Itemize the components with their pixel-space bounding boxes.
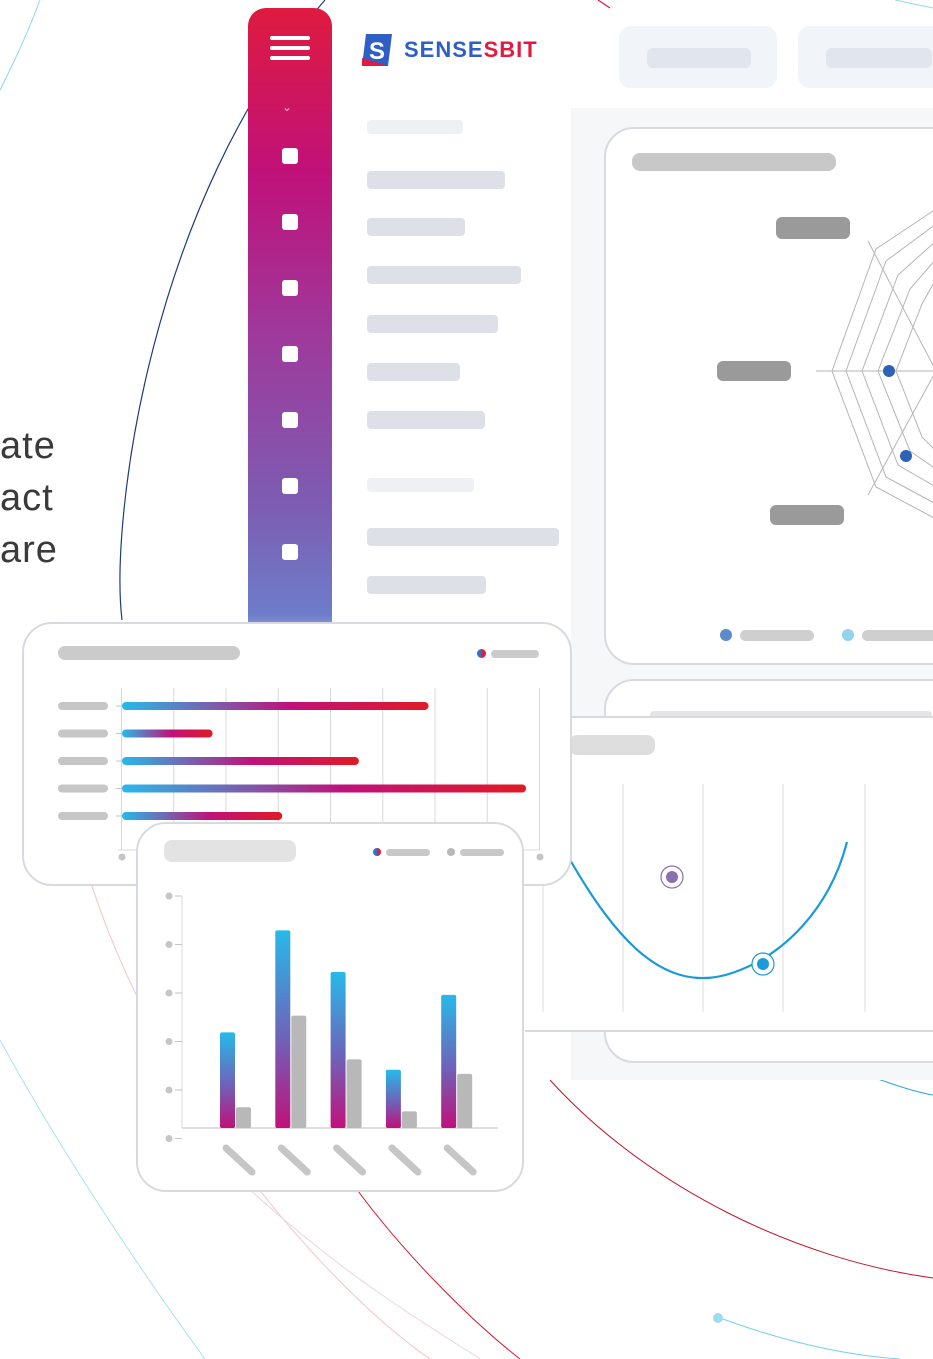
- svg-text:S: S: [369, 38, 385, 65]
- menu-placeholder[interactable]: [367, 218, 465, 236]
- category-label-placeholder: [58, 757, 108, 765]
- bar-series-2[interactable]: [346, 1059, 362, 1128]
- x-label-placeholder: [443, 1144, 477, 1176]
- bar[interactable]: [122, 729, 213, 738]
- sidebar-item[interactable]: [282, 148, 298, 164]
- radar-chart: [816, 210, 933, 518]
- legend-dot: [720, 629, 732, 641]
- logo-mark-icon: S: [362, 34, 392, 66]
- x-label-placeholder: [277, 1144, 311, 1176]
- category-label-placeholder: [58, 702, 108, 710]
- bar[interactable]: [122, 812, 283, 820]
- sidebar-item[interactable]: [282, 280, 298, 296]
- menu-placeholder[interactable]: [367, 315, 498, 333]
- sidebar-item[interactable]: [282, 346, 298, 362]
- brand-name: SENSESBIT: [404, 37, 538, 62]
- x-label-placeholder: [222, 1144, 256, 1176]
- chevron-down-icon[interactable]: ⌄: [282, 100, 292, 114]
- brand-logo[interactable]: S SENSESBIT: [358, 30, 538, 70]
- vertical-bar-chart-card: [136, 822, 524, 1192]
- sidebar-item[interactable]: [282, 544, 298, 560]
- bar-series-1[interactable]: [385, 1069, 401, 1128]
- sidebar: ⌄: [248, 8, 332, 668]
- menu-icon[interactable]: [270, 36, 310, 62]
- bar[interactable]: [122, 757, 359, 765]
- sidebar-item[interactable]: [282, 412, 298, 428]
- y-tick-dot: [165, 1038, 173, 1045]
- top-placeholder-pill[interactable]: [798, 26, 933, 88]
- hero-line: act: [0, 477, 54, 519]
- sidebar-item[interactable]: [282, 478, 298, 494]
- x-label-placeholder: [333, 1144, 367, 1176]
- bar-series-2[interactable]: [457, 1073, 473, 1128]
- y-tick-dot: [165, 1086, 173, 1094]
- menu-placeholder: [367, 478, 474, 492]
- axis-tick-dot: [536, 853, 544, 861]
- menu-placeholder[interactable]: [367, 411, 485, 429]
- bar-series-1[interactable]: [330, 972, 346, 1128]
- category-label-placeholder: [58, 729, 108, 738]
- bar-series-1[interactable]: [441, 994, 457, 1128]
- menu-placeholder[interactable]: [367, 576, 486, 594]
- hero-line: ate: [0, 425, 56, 467]
- sidebar-item[interactable]: [282, 214, 298, 230]
- bar-series-1[interactable]: [220, 1032, 235, 1128]
- bar[interactable]: [122, 784, 527, 793]
- line-series: [568, 841, 849, 980]
- x-label-placeholder: [388, 1144, 422, 1176]
- top-placeholder-pill[interactable]: [619, 26, 777, 88]
- line-chart-panel: [525, 716, 933, 1032]
- menu-placeholder[interactable]: [367, 171, 505, 189]
- y-tick-dot: [165, 941, 173, 948]
- category-label-placeholder: [58, 812, 108, 820]
- line-chart: [542, 784, 866, 1012]
- bar-series-1[interactable]: [275, 930, 291, 1128]
- legend-dot: [842, 629, 854, 641]
- y-tick-dot: [165, 989, 173, 997]
- menu-placeholder[interactable]: [367, 528, 559, 546]
- bar[interactable]: [122, 702, 429, 710]
- y-tick-dot: [165, 892, 173, 900]
- bar-series-2[interactable]: [291, 1015, 307, 1128]
- menu-placeholder[interactable]: [367, 266, 521, 284]
- axis-tick-dot: [118, 853, 126, 861]
- category-label-placeholder: [58, 784, 108, 793]
- menu-placeholder: [367, 120, 463, 134]
- y-tick-dot: [165, 1135, 173, 1142]
- vertical-bar-chart: [165, 892, 498, 1176]
- legend-placeholder: [862, 630, 933, 641]
- bar-series-2[interactable]: [401, 1111, 417, 1128]
- hero-line: are: [0, 529, 58, 571]
- bar-series-2[interactable]: [236, 1107, 251, 1128]
- legend-placeholder: [740, 630, 814, 641]
- radar-chart-card: [604, 127, 933, 665]
- radar-point[interactable]: [883, 365, 895, 377]
- menu-placeholder[interactable]: [367, 363, 460, 381]
- radar-point[interactable]: [900, 450, 912, 462]
- hero-text: ate act are: [0, 420, 58, 576]
